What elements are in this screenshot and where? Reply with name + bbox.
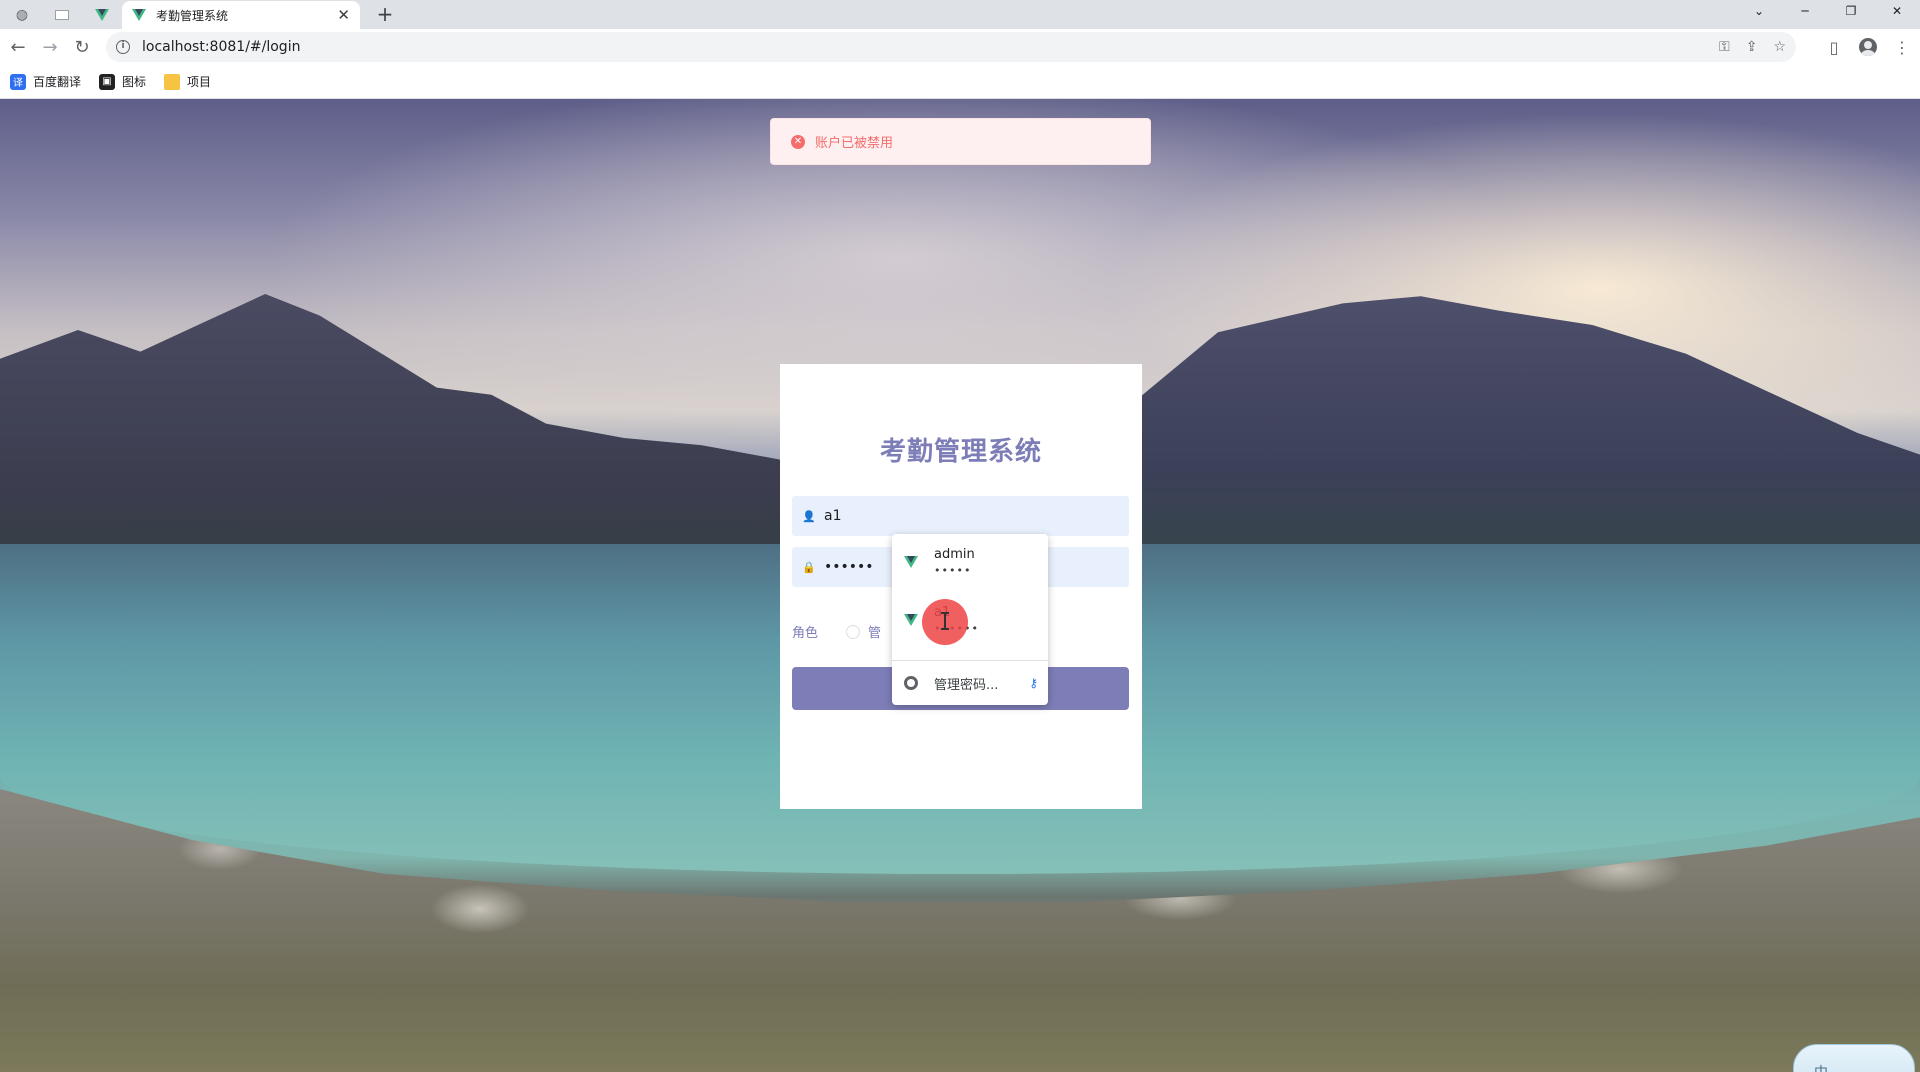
- back-icon[interactable]: ←: [6, 35, 30, 59]
- tab-globe[interactable]: ◍: [4, 2, 40, 28]
- tab-vue[interactable]: [84, 2, 120, 28]
- role-selector: 角色 管: [792, 622, 881, 641]
- address-bar[interactable]: i localhost:8081/#/login ⚿ ⇪ ☆: [106, 32, 1796, 62]
- new-tab-button[interactable]: +: [372, 2, 398, 26]
- tab-blank[interactable]: [44, 2, 80, 28]
- vue-logo-icon: [95, 9, 109, 21]
- tab-search-icon[interactable]: ⌄: [1736, 0, 1782, 22]
- autofill-item-admin[interactable]: admin •••••: [892, 534, 1048, 590]
- avatar: [1859, 38, 1877, 56]
- translate-icon: 译: [10, 73, 26, 90]
- tab-strip: ◍ 考勤管理系统 ✕ + ⌄ ─ ❐ ✕: [0, 0, 1920, 29]
- bookmark-label: 图标: [122, 75, 147, 89]
- tab-active[interactable]: 考勤管理系统 ✕: [122, 1, 360, 29]
- info-icon[interactable]: i: [116, 40, 130, 54]
- minimize-icon[interactable]: ─: [1782, 0, 1828, 22]
- bookmark-label: 百度翻译: [33, 75, 82, 89]
- folder-icon: [164, 73, 181, 90]
- vue-logo-icon: [904, 614, 918, 626]
- password-value[interactable]: ••••••: [824, 559, 874, 575]
- manage-passwords-label: 管理密码...: [934, 677, 999, 693]
- role-option-label: 管: [868, 626, 882, 641]
- autofill-item-a1[interactable]: a1 ••••••: [892, 592, 1048, 648]
- ime-mode-label: 中: [1814, 1062, 1828, 1072]
- autofill-password: •••••: [934, 564, 972, 577]
- tab-title: 考勤管理系统: [156, 8, 229, 23]
- page-title: 考勤管理系统: [879, 437, 1042, 467]
- key-icon[interactable]: ⚿: [1719, 39, 1730, 55]
- autofill-username: admin: [934, 547, 975, 562]
- google-icon: [904, 676, 918, 690]
- autofill-entry: admin •••••: [934, 546, 975, 578]
- bookmark-folder-project[interactable]: 项目: [164, 73, 211, 90]
- manage-passwords-button[interactable]: 管理密码... ⚷: [892, 661, 1048, 705]
- window-icon: [55, 10, 69, 20]
- omnibox-actions: ⚿ ⇪ ☆: [1719, 32, 1786, 62]
- vue-logo-icon: [904, 556, 918, 568]
- globe-icon: ◍: [15, 7, 29, 23]
- error-circle-icon: ✕: [791, 134, 805, 149]
- profile-button[interactable]: [1858, 35, 1878, 59]
- toolbar-right: ▯ ⋮: [1824, 35, 1912, 59]
- bookmarks-bar: 译 百度翻译 ▣ 图标 项目: [0, 65, 1920, 99]
- key-icon: ⚷: [1029, 676, 1038, 690]
- menu-icon[interactable]: ⋮: [1892, 35, 1912, 59]
- share-icon[interactable]: ⇪: [1746, 39, 1758, 55]
- user-icon: 👤: [802, 509, 816, 523]
- login-page: ✕ 账户已被禁用 考勤管理系统 👤 a1 🔒 •••••• 角色 管 admin…: [0, 99, 1920, 1072]
- side-panel-icon[interactable]: ▯: [1824, 35, 1844, 59]
- ime-floating-widget[interactable]: 中: [1793, 1044, 1915, 1072]
- bookmark-baidu-translate[interactable]: 译 百度翻译: [10, 73, 81, 90]
- tab-close-icon[interactable]: ✕: [337, 6, 350, 24]
- close-window-icon[interactable]: ✕: [1874, 0, 1920, 22]
- restore-icon[interactable]: ❐: [1828, 0, 1874, 22]
- password-autofill-dropdown: admin ••••• a1 •••••• 管理密码... ⚷: [892, 534, 1048, 705]
- browser-toolbar: ← → ↻ i localhost:8081/#/login ⚿ ⇪ ☆ ▯ ⋮: [0, 29, 1920, 65]
- lock-icon: 🔒: [802, 560, 816, 574]
- vue-logo-icon: [132, 9, 146, 21]
- bookmark-icon: ▣: [99, 73, 116, 90]
- bookmark-label: 项目: [187, 75, 212, 89]
- role-label: 角色: [792, 626, 819, 641]
- username-field[interactable]: 👤 a1: [792, 496, 1129, 536]
- star-icon[interactable]: ☆: [1773, 39, 1786, 55]
- username-value[interactable]: a1: [824, 508, 842, 524]
- error-message-text: 账户已被禁用: [815, 136, 894, 151]
- forward-icon[interactable]: →: [38, 35, 62, 59]
- url-text[interactable]: localhost:8081/#/login: [142, 39, 300, 55]
- reload-icon[interactable]: ↻: [70, 35, 94, 59]
- window-controls: ⌄ ─ ❐ ✕: [1736, 0, 1920, 22]
- radio-circle[interactable]: [846, 624, 861, 639]
- error-message: ✕ 账户已被禁用: [770, 118, 1151, 165]
- text-cursor-icon: [941, 612, 949, 630]
- bookmark-icons[interactable]: ▣ 图标: [99, 73, 146, 90]
- role-option-admin[interactable]: 管: [846, 622, 881, 641]
